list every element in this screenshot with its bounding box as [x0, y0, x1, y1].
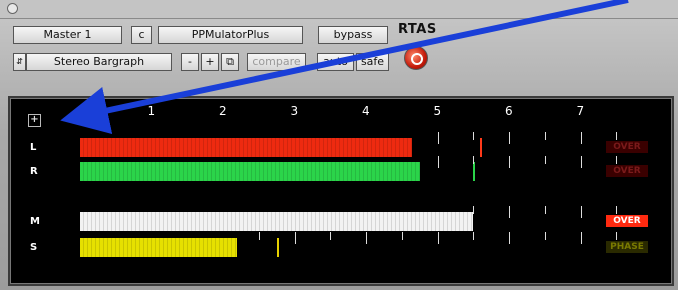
annotation-arrow-icon — [60, 0, 629, 135]
plugin-window: Master 1 c PPMulatorPlus bypass RTAS ⇵ S… — [0, 0, 678, 290]
